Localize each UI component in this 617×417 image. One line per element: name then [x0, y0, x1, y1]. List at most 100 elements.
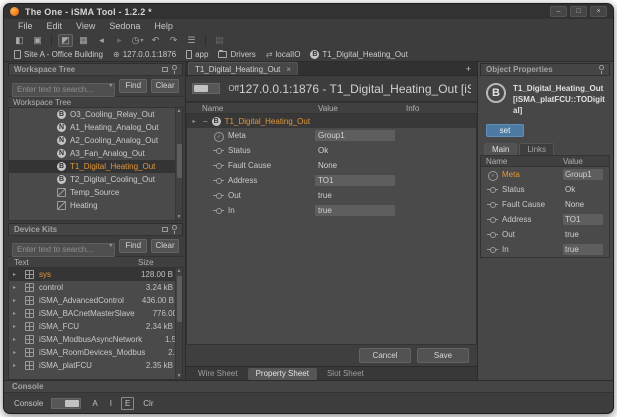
menu-item[interactable]: Edit: [47, 21, 63, 31]
property-row[interactable]: Meta Group1: [187, 128, 476, 143]
redo-icon[interactable]: ↷: [166, 34, 181, 47]
expand-icon[interactable]: ▸: [13, 310, 25, 317]
menu-item[interactable]: View: [76, 21, 95, 31]
tree-item[interactable]: N A1_Heating_Analog_Out: [9, 121, 182, 134]
scroll-down-icon[interactable]: ▼: [177, 373, 182, 379]
close-button[interactable]: ×: [590, 6, 607, 17]
property-value[interactable]: TO1: [563, 214, 603, 225]
sheet-tab[interactable]: Slot Sheet: [319, 368, 372, 380]
restore-panel-icon[interactable]: [162, 227, 168, 232]
expand-icon[interactable]: ▸: [13, 362, 25, 369]
cancel-button[interactable]: Cancel: [359, 348, 411, 363]
kit-row[interactable]: ▸ iSMA_BACnetMasterSlave 776.00 B: [9, 307, 182, 320]
workspace-tree-scrollbar[interactable]: ▲ ▼: [175, 108, 182, 220]
tree-item[interactable]: B T1_Digital_Heating_Out: [9, 160, 182, 173]
property-row[interactable]: Status Ok: [187, 143, 476, 158]
chevron-down-icon[interactable]: ▾: [109, 242, 112, 249]
expand-icon[interactable]: ▸: [13, 349, 25, 356]
workspace-find-button[interactable]: Find: [119, 79, 147, 93]
sheet-tab[interactable]: Property Sheet: [248, 368, 317, 380]
collapse-icon[interactable]: −: [203, 117, 208, 126]
undo-icon[interactable]: ↶: [148, 34, 163, 47]
pin-icon[interactable]: [599, 65, 604, 70]
workspace-panel-icon[interactable]: ◧: [12, 34, 27, 47]
object-property-row[interactable]: Out true: [481, 227, 609, 242]
kit-panel-icon[interactable]: ▣: [30, 34, 45, 47]
property-value[interactable]: true: [315, 205, 395, 216]
kits-search-input[interactable]: [12, 243, 115, 257]
out-toggle[interactable]: [192, 83, 220, 94]
console-toggle[interactable]: [51, 398, 81, 409]
close-tab-icon[interactable]: ×: [286, 65, 291, 74]
menu-item[interactable]: Sedona: [109, 21, 140, 31]
console-filter-button[interactable]: Clr: [140, 398, 156, 409]
property-row[interactable]: Out true: [187, 188, 476, 203]
save-button[interactable]: Save: [417, 348, 469, 363]
scrollbar-thumb[interactable]: [177, 276, 182, 322]
expand-icon[interactable]: ▸: [13, 336, 25, 343]
forward-icon[interactable]: ▸: [112, 34, 127, 47]
property-value[interactable]: TO1: [315, 175, 395, 186]
kit-row[interactable]: ▸ iSMA_platFCU 2.35 kB: [9, 359, 182, 372]
expand-icon[interactable]: ▸: [13, 323, 25, 330]
kit-row[interactable]: ▸ control 3.24 kB: [9, 281, 182, 294]
expand-icon[interactable]: ▸: [13, 271, 25, 278]
menu-item[interactable]: Help: [154, 21, 173, 31]
sheet-tab[interactable]: Wire Sheet: [190, 368, 246, 380]
object-property-row[interactable]: Address TO1: [481, 212, 609, 227]
breadcrumb-site[interactable]: Site A - Office Building: [14, 50, 103, 59]
chevron-down-icon[interactable]: ▾: [109, 82, 112, 89]
property-value[interactable]: Group1: [315, 130, 395, 141]
tree-item[interactable]: N A2_Cooling_Analog_Out: [9, 134, 182, 147]
scrollbar-thumb[interactable]: [177, 144, 182, 178]
breadcrumb-app[interactable]: app: [186, 50, 208, 59]
property-value[interactable]: None: [315, 160, 395, 171]
back-icon[interactable]: ◂: [94, 34, 109, 47]
workspace-clear-button[interactable]: Clear: [151, 79, 179, 93]
list-view-icon[interactable]: ☰: [184, 34, 199, 47]
set-button[interactable]: set: [486, 124, 524, 137]
wire-sheet-icon[interactable]: ◩: [58, 34, 73, 47]
object-property-row[interactable]: Fault Cause None: [481, 197, 609, 212]
kit-row[interactable]: ▸ iSMA_RoomDevices_Modbus 2.17 kB: [9, 346, 182, 359]
tree-item[interactable]: Temp_Source: [9, 186, 182, 199]
property-value[interactable]: true: [315, 190, 395, 201]
property-row[interactable]: Address TO1: [187, 173, 476, 188]
tree-item[interactable]: B O3_Cooling_Relay_Out: [9, 108, 182, 121]
console-filter-button[interactable]: A: [89, 398, 100, 409]
property-value[interactable]: Ok: [315, 145, 395, 156]
property-value[interactable]: true: [563, 229, 603, 240]
object-properties-tab[interactable]: Main: [484, 143, 517, 155]
breadcrumb-drivers[interactable]: Drivers: [218, 50, 255, 59]
expand-icon[interactable]: ▸: [13, 284, 25, 291]
minimize-button[interactable]: –: [550, 6, 567, 17]
tree-item[interactable]: N A3_Fan_Analog_Out: [9, 147, 182, 160]
object-property-row[interactable]: Status Ok: [481, 182, 609, 197]
scroll-up-icon[interactable]: ▲: [177, 268, 182, 274]
breadcrumb-localio[interactable]: ⇄ localIO: [266, 50, 301, 59]
object-property-row[interactable]: In true: [481, 242, 609, 257]
property-row[interactable]: Fault Cause None: [187, 158, 476, 173]
pin-icon[interactable]: [172, 65, 177, 70]
property-value[interactable]: true: [563, 244, 603, 255]
menu-item[interactable]: File: [18, 21, 33, 31]
scroll-down-icon[interactable]: ▼: [177, 214, 182, 220]
console-filter-button[interactable]: I: [107, 398, 115, 409]
kit-row[interactable]: ▸ iSMA_AdvancedControl 436.00 B: [9, 294, 182, 307]
root-object-row[interactable]: ▸ − B T1_Digital_Heating_Out: [187, 114, 476, 128]
object-properties-tab[interactable]: Links: [519, 143, 554, 155]
kit-row[interactable]: ▸ iSMA_ModbusAsyncNetwork 1.52 kB: [9, 333, 182, 346]
workspace-search-input[interactable]: [12, 83, 115, 97]
maximize-button[interactable]: □: [570, 6, 587, 17]
kit-row[interactable]: ▸ sys 128.00 B: [9, 268, 182, 281]
breadcrumb-device-ip[interactable]: ⊕ 127.0.0.1:1876: [113, 50, 176, 59]
grid-view-icon[interactable]: ▦: [76, 34, 91, 47]
editor-tab[interactable]: T1_Digital_Heating_Out ×: [188, 62, 298, 75]
kit-row[interactable]: ▸ iSMA_FCU 2.34 kB: [9, 320, 182, 333]
scroll-up-icon[interactable]: ▲: [177, 108, 182, 114]
object-property-row[interactable]: Meta Group1: [481, 167, 609, 182]
pin-icon[interactable]: [172, 225, 177, 230]
property-row[interactable]: In true: [187, 203, 476, 218]
print-icon[interactable]: ▤: [212, 34, 227, 47]
add-tab-button[interactable]: +: [466, 63, 471, 75]
